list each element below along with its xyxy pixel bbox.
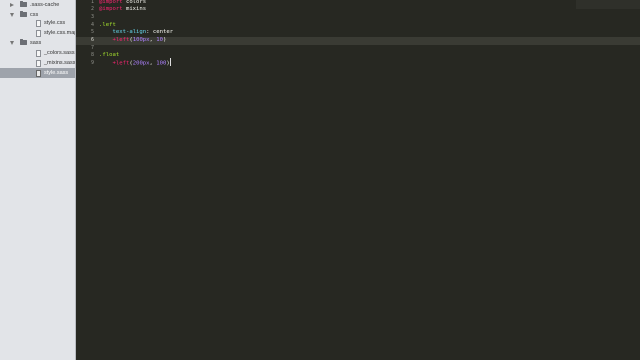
file-icon [36,29,41,37]
code-token: colors [122,0,147,5]
code-token: 200px [132,60,150,67]
code-token: : center [146,29,174,36]
file-icon [36,19,41,27]
sidebar-item-style-css[interactable]: style.css [0,18,75,28]
sidebar-item-label: style.css [44,20,66,26]
line-number: 2 [90,6,94,13]
code-token: text-align [112,29,147,36]
code-token: @import [99,6,123,13]
line-number: 7 [90,44,94,51]
code-token: .left [99,21,116,28]
code-line[interactable]: @import mixins [99,6,146,14]
sidebar-item-sass-cache[interactable]: .sass-cache [0,0,75,10]
sidebar-item-style-css-map[interactable]: style.css.map [0,28,75,38]
code-token: 100 [156,60,167,67]
line-number: 3 [90,13,94,20]
disclosure-down-icon[interactable] [10,13,14,17]
line-number: 9 [90,60,94,67]
line-number: 5 [90,29,94,36]
code-line[interactable]: text-align: center [99,29,173,37]
code-token: .float [99,52,120,59]
code-token: ) [163,37,167,43]
file-tree-sidebar: .sass-cache css style.css style.css.map sass… [0,0,76,360]
disclosure-down-icon[interactable] [10,41,14,45]
sidebar-item-label: _mixins.sass [44,60,76,66]
sidebar-item-label: style.sass [44,70,69,76]
file-icon [36,49,41,57]
sidebar-item-mixins-sass[interactable]: _mixins.sass [0,58,75,68]
code-token: mixins [122,6,147,13]
folder-icon [20,39,27,45]
line-number: 6 [90,37,94,43]
folder-icon [20,1,27,7]
sidebar-item-label: _colors.sass [44,50,75,56]
sidebar-item-label: sass [30,40,42,46]
code-line[interactable]: .float [99,52,119,60]
sidebar-item-sass[interactable]: sass [0,38,75,48]
code-token: @import [99,0,123,5]
line-number: 4 [90,21,94,28]
code-token: +left [112,60,130,67]
ibeam-cursor-icon [168,58,172,66]
code-token: 100px [132,37,150,43]
disclosure-right-icon[interactable] [10,2,14,7]
folder-icon [20,11,27,17]
code-line[interactable]: .left [99,22,116,30]
code-line[interactable]: +left(200px, 100) [99,60,171,68]
minimap-viewport[interactable] [576,0,640,9]
sidebar-item-colors-sass[interactable]: _colors.sass [0,48,75,58]
file-icon [36,69,41,77]
sidebar-item-label: style.css.map [44,30,76,36]
code-editor[interactable]: 123456789 @import colors @import mixins .l… [76,0,640,360]
code-line[interactable]: +left(100px, 10) [99,37,166,45]
file-icon [36,59,41,67]
sidebar-item-style-sass[interactable]: style.sass [0,68,75,78]
sidebar-item-label: .sass-cache [30,2,60,8]
code-token: +left [112,37,130,43]
line-number: 8 [90,52,94,59]
